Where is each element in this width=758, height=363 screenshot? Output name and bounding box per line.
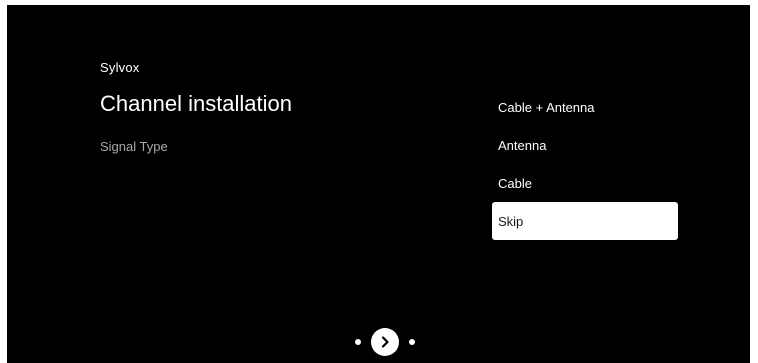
option-antenna[interactable]: Antenna <box>492 126 678 164</box>
previous-page-dot <box>355 339 361 345</box>
page-title: Channel installation <box>100 91 293 116</box>
page-subtitle: Signal Type <box>100 139 168 154</box>
signal-type-list: Cable + Antenna Antenna Cable Skip <box>492 88 678 240</box>
chevron-right-icon <box>381 336 389 348</box>
page-navigator <box>355 328 415 356</box>
next-page-dot <box>409 339 415 345</box>
brand-logo: Sylvox <box>100 60 140 75</box>
option-cable[interactable]: Cable <box>492 164 678 202</box>
next-button[interactable] <box>371 328 399 356</box>
tv-screen: Sylvox Channel installation Signal Type … <box>7 5 750 363</box>
option-skip[interactable]: Skip <box>492 202 678 240</box>
option-cable-antenna[interactable]: Cable + Antenna <box>492 88 678 126</box>
